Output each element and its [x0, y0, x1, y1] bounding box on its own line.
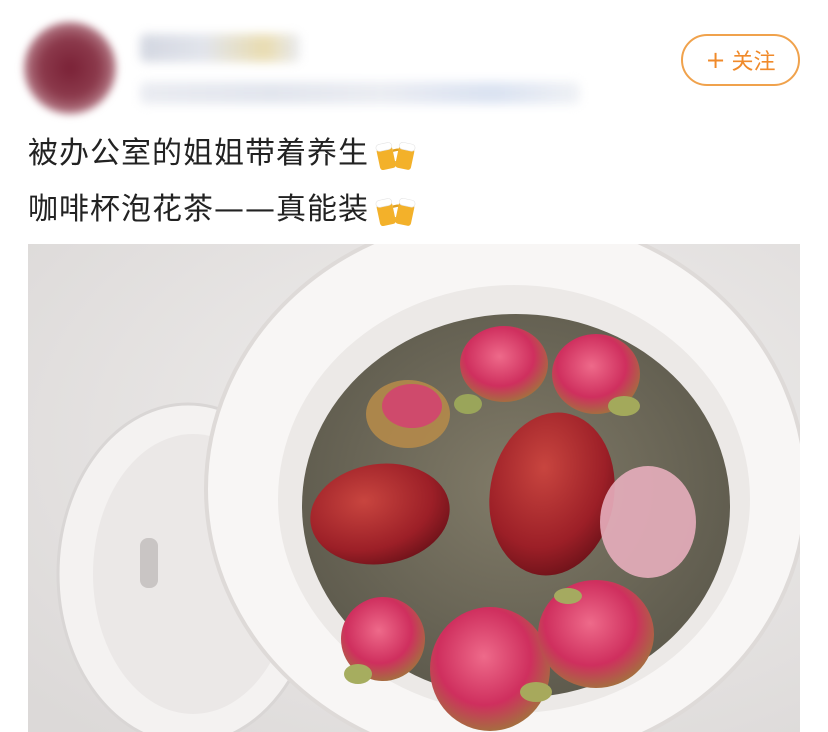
- post-line-1: 被办公室的姐姐带着养生: [28, 126, 798, 182]
- tea-cup-photo: [28, 244, 800, 732]
- post-line-text: 被办公室的姐姐带着养生: [28, 136, 369, 171]
- avatar[interactable]: [24, 22, 116, 114]
- post-text: 被办公室的姐姐带着养生 咖啡杯泡花茶——真能装: [28, 126, 798, 238]
- follow-button[interactable]: + 关注: [681, 34, 800, 86]
- post-line-2: 咖啡杯泡花茶——真能装: [28, 182, 798, 238]
- post-header: + 关注: [0, 0, 828, 114]
- post-line-text: 咖啡杯泡花茶——真能装: [28, 192, 369, 227]
- follow-label: 关注: [731, 50, 776, 75]
- beer-mugs-icon: [375, 197, 416, 227]
- user-name[interactable]: [140, 34, 300, 62]
- plus-icon: +: [705, 46, 726, 74]
- post-photo[interactable]: [28, 244, 800, 732]
- beer-mugs-icon: [375, 141, 416, 171]
- post-meta: [140, 82, 580, 104]
